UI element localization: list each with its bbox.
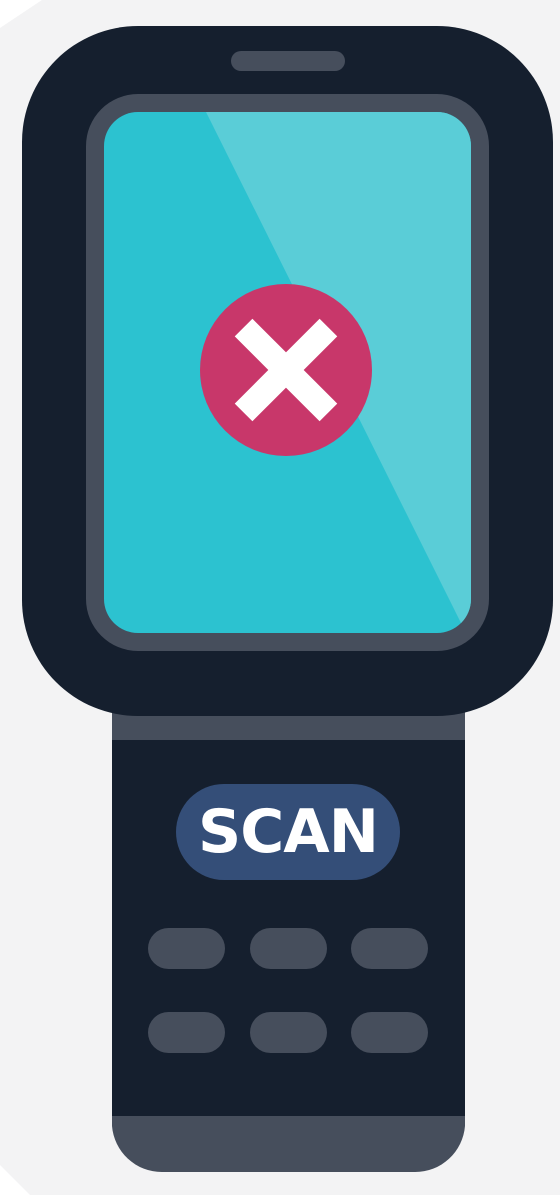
scanner-illustration: SCAN — [0, 0, 560, 1195]
handle-base — [112, 1116, 465, 1173]
scan-button[interactable]: SCAN — [176, 784, 400, 880]
keypad-key-1[interactable] — [148, 928, 225, 969]
keypad-key-3[interactable] — [351, 928, 428, 969]
keypad-key-2[interactable] — [250, 928, 327, 969]
keypad-key-5[interactable] — [250, 1012, 327, 1053]
background-corner-bottom-left — [0, 1165, 30, 1195]
handle-collar — [112, 712, 465, 740]
background-corner-top-left — [0, 0, 42, 28]
keypad-key-4[interactable] — [148, 1012, 225, 1053]
error-x-icon — [200, 284, 372, 456]
scanner-handle — [112, 690, 465, 1120]
keypad-key-6[interactable] — [351, 1012, 428, 1053]
speaker-slot — [231, 51, 345, 71]
